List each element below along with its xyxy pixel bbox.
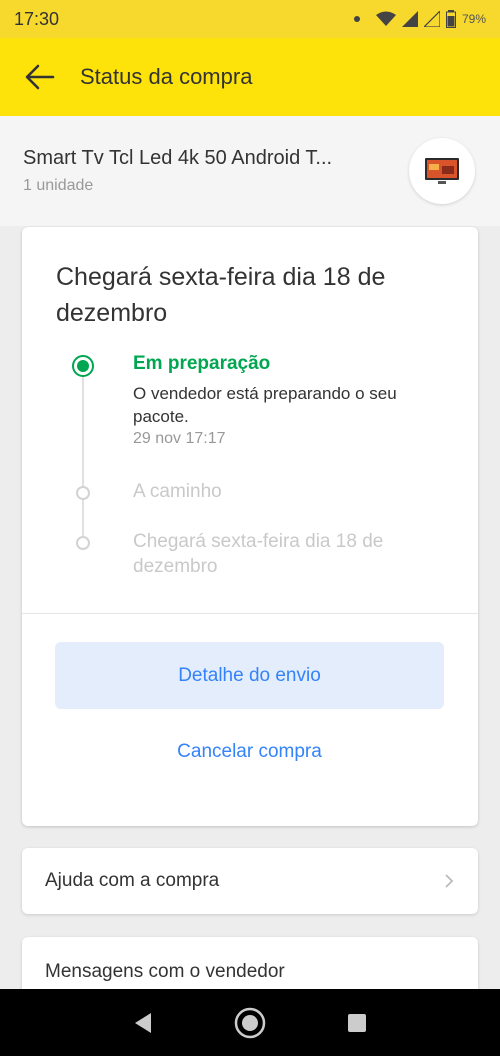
shipping-detail-button[interactable]: Detalhe do envio <box>55 642 444 709</box>
triangle-back-icon <box>135 1012 152 1033</box>
wifi-icon <box>375 11 396 26</box>
battery-icon <box>445 10 456 28</box>
step-pending-icon <box>76 486 90 500</box>
step-title-preparing: Em preparação <box>133 353 271 374</box>
shipping-status-card: Chegará sexta-feira dia 18 de dezembro E… <box>22 227 478 826</box>
signal-icon <box>401 11 418 27</box>
system-nav-bar <box>0 989 500 1056</box>
back-button[interactable] <box>0 38 80 116</box>
product-quantity: 1 unidade <box>23 177 94 194</box>
status-bar: 17:30 79% <box>0 0 500 38</box>
help-label: Ajuda com a compra <box>45 870 220 891</box>
delivery-estimate-title: Chegará sexta-feira dia 18 de dezembro <box>56 263 386 327</box>
status-time: 17:30 <box>14 8 60 29</box>
step-active-icon <box>72 355 94 377</box>
app-bar: Status da compra <box>0 38 500 116</box>
square-recents-icon <box>347 1013 366 1032</box>
signal-2-icon <box>423 11 440 27</box>
nav-home-button[interactable] <box>220 993 280 1053</box>
timeline-line <box>82 375 84 543</box>
step-description: O vendedor está preparando o seu pacote. <box>133 384 397 426</box>
arrow-left-icon <box>25 64 55 90</box>
battery-percent: 79% <box>461 12 486 26</box>
product-name: Smart Tv Tcl Led 4k 50 Android T... <box>23 147 333 169</box>
cancel-purchase-button[interactable]: Cancelar compra <box>55 727 444 777</box>
help-row[interactable]: Ajuda com a compra <box>22 848 478 914</box>
chevron-right-icon <box>445 874 454 888</box>
nav-back-button[interactable] <box>113 993 173 1053</box>
tv-thumbnail-icon <box>425 158 459 184</box>
notification-dot-icon <box>353 16 360 22</box>
step-title-delivery: Chegará sexta-feira dia 18 de dezembro <box>133 531 384 577</box>
product-thumbnail[interactable] <box>409 138 475 204</box>
step-title-in-transit: A caminho <box>133 481 222 502</box>
step-pending-icon <box>76 536 90 550</box>
messages-label: Mensagens com o vendedor <box>45 961 285 982</box>
divider <box>22 613 478 614</box>
status-icons: 79% <box>353 10 486 28</box>
step-date: 29 nov 17:17 <box>133 430 226 447</box>
page-title: Status da compra <box>80 64 253 89</box>
nav-recents-button[interactable] <box>327 993 387 1053</box>
circle-home-icon <box>234 1007 266 1038</box>
